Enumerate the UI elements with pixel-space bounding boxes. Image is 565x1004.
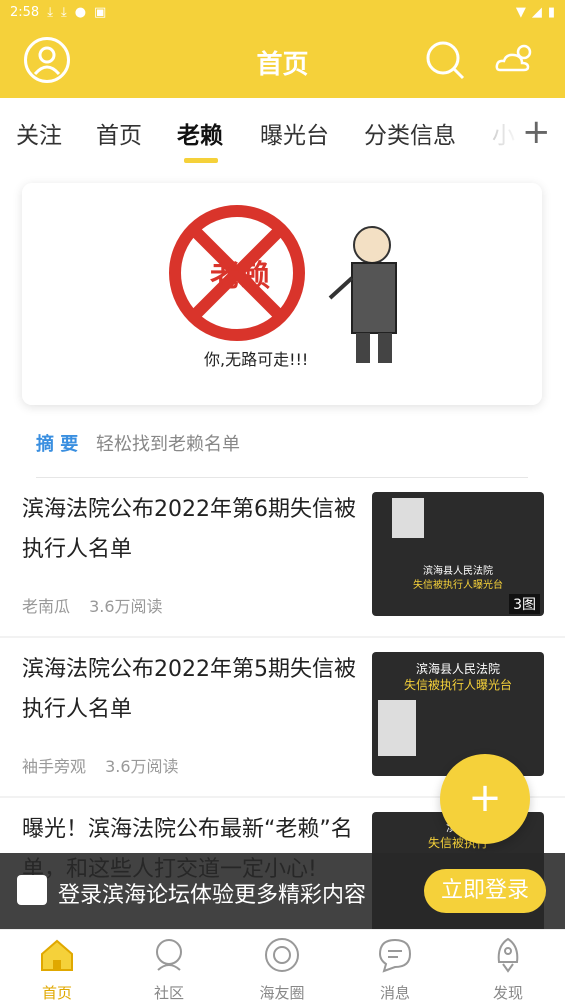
message-icon	[378, 938, 412, 973]
nav-label-discover: 发现	[492, 984, 523, 1002]
tab-fade	[470, 98, 520, 172]
nav-item-home[interactable]: 首页	[7, 936, 107, 1003]
info-icon: ●	[74, 4, 87, 20]
banner-caption: 你,无路可走!!!	[204, 350, 309, 369]
banner-image[interactable]: 老赖 你,无路可走!!!	[22, 183, 542, 405]
tab-home[interactable]: 首页	[96, 116, 142, 150]
login-prompt-bar: 登录滨海论坛体验更多精彩内容 立即登录	[0, 853, 565, 929]
nav-label-message: 消息	[379, 984, 410, 1002]
weather-icon[interactable]	[494, 40, 538, 76]
news-item[interactable]: 滨海法院公布2022年第6期失信被执行人名单 老南瓜 3.6万阅读 滨海县人民法…	[0, 478, 565, 636]
battery-icon: ▮	[547, 4, 555, 20]
status-bar: 2:58 ⤓ ⤓ ● ▣ ▼ ◢ ▮	[0, 0, 565, 24]
home-icon	[41, 939, 73, 971]
news-meta: 老南瓜 3.6万阅读	[22, 593, 163, 617]
tab-active-indicator	[184, 158, 218, 163]
download-icon: ⤓	[47, 4, 53, 20]
status-time: 2:58	[10, 4, 40, 20]
bottom-nav: 首页 社区 海友圈 消息 发现	[0, 929, 565, 1004]
thumb-line1: 滨海县人民法院	[423, 566, 493, 577]
download-icon-2: ⤓	[60, 4, 67, 20]
nav-item-circle[interactable]: 海友圈	[232, 936, 332, 1003]
nav-item-message[interactable]: 消息	[345, 936, 445, 1003]
wifi-icon: ▼	[515, 4, 526, 20]
summary: 摘 要 轻松找到老赖名单	[36, 430, 240, 456]
tab-classified[interactable]: 分类信息	[364, 116, 456, 150]
login-button[interactable]: 立即登录	[424, 869, 546, 913]
pic-count-badge: 3图	[509, 594, 540, 614]
category-tabs: 关注 首页 老赖 曝光台 分类信息 小 +	[0, 98, 565, 172]
news-reads: 3.6万阅读	[105, 757, 179, 776]
signal-icon: ◢	[531, 4, 542, 20]
tab-laolai[interactable]: 老赖	[177, 116, 223, 150]
add-tab-icon[interactable]: +	[522, 112, 551, 152]
nav-item-community[interactable]: 社区	[119, 936, 219, 1003]
notification-icon: ▣	[94, 4, 107, 20]
news-title[interactable]: 滨海法院公布2022年第5期失信被执行人名单	[22, 650, 357, 730]
forum-logo-icon	[17, 875, 47, 905]
banner-badge-text: 老赖	[210, 259, 270, 294]
photo-placeholder	[378, 700, 416, 756]
photo-placeholder	[392, 498, 424, 538]
news-meta: 袖手旁观 3.6万阅读	[22, 753, 179, 777]
news-author: 袖手旁观	[22, 757, 87, 776]
add-post-button[interactable]: +	[440, 754, 530, 844]
news-reads: 3.6万阅读	[89, 597, 163, 616]
login-prompt-text: 登录滨海论坛体验更多精彩内容	[58, 883, 367, 908]
nav-label-home: 首页	[41, 984, 72, 1002]
tab-exposure[interactable]: 曝光台	[260, 116, 329, 150]
news-author: 老南瓜	[22, 597, 71, 616]
community-icon	[156, 939, 182, 971]
summary-label: 摘 要	[36, 434, 79, 455]
summary-text: 轻松找到老赖名单	[96, 434, 241, 455]
circle-icon	[265, 938, 299, 972]
thumb-line1: 滨海县人民法院	[415, 662, 500, 676]
page-title: 首页	[256, 50, 309, 80]
nav-item-discover[interactable]: 发现	[458, 936, 558, 1003]
tab-follow[interactable]: 关注	[16, 116, 62, 150]
nav-label-community: 社区	[153, 984, 184, 1002]
news-thumbnail[interactable]: 滨海县人民法院 失信被执行人曝光台	[372, 652, 544, 776]
news-thumbnail[interactable]: 滨海县人民法院 失信被执行人曝光台 3图	[372, 492, 544, 616]
thumb-line2: 失信被执行人曝光台	[413, 580, 503, 591]
thumb-line2: 失信被执行	[427, 836, 488, 850]
news-title[interactable]: 滨海法院公布2022年第6期失信被执行人名单	[22, 490, 357, 570]
rocket-icon	[497, 937, 519, 973]
search-icon[interactable]	[425, 40, 465, 80]
thumb-line2: 失信被执行人曝光台	[403, 678, 512, 692]
nav-label-circle: 海友圈	[259, 984, 305, 1002]
app-header: 首页	[0, 24, 565, 98]
